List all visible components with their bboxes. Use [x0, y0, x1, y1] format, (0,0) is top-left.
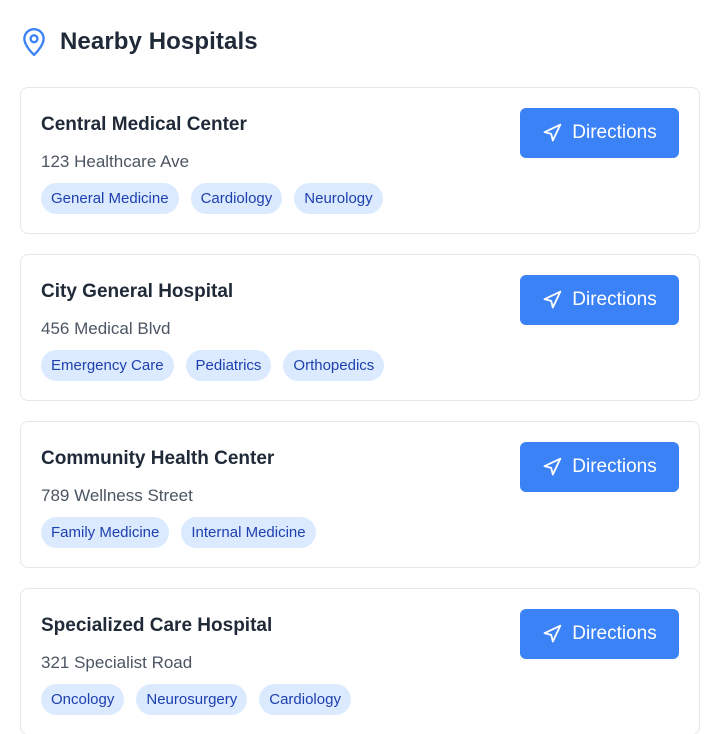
hospital-address: 789 Wellness Street: [41, 486, 193, 505]
navigation-arrow-icon: [542, 624, 562, 644]
specialty-tag: Cardiology: [190, 183, 283, 214]
specialty-tag: Neurosurgery: [136, 684, 248, 715]
hospital-card: Central Medical Center 123 Healthcare Av…: [20, 87, 700, 234]
hospital-card: City General Hospital 456 Medical Blvd E…: [20, 254, 700, 401]
page-header: Nearby Hospitals: [20, 22, 258, 62]
directions-button[interactable]: Directions: [520, 609, 679, 659]
specialty-tag: Pediatrics: [185, 350, 272, 381]
specialty-tags: Family Medicine Internal Medicine: [41, 517, 316, 548]
specialty-tags: Emergency Care Pediatrics Orthopedics: [41, 350, 385, 381]
hospital-name: Central Medical Center: [41, 114, 247, 135]
hospital-address: 321 Specialist Road: [41, 653, 193, 672]
directions-label: Directions: [572, 289, 657, 310]
hospital-card: Community Health Center 789 Wellness Str…: [20, 421, 700, 568]
specialty-tags: Oncology Neurosurgery Cardiology: [41, 684, 351, 715]
directions-button[interactable]: Directions: [520, 108, 679, 158]
specialty-tag: Internal Medicine: [181, 517, 316, 548]
hospital-address: 456 Medical Blvd: [41, 319, 171, 338]
specialty-tags: General Medicine Cardiology Neurology: [41, 183, 383, 214]
hospital-name: Community Health Center: [41, 448, 275, 469]
directions-button[interactable]: Directions: [520, 442, 679, 492]
directions-button[interactable]: Directions: [520, 275, 679, 325]
hospital-name: City General Hospital: [41, 281, 234, 302]
specialty-tag: Family Medicine: [41, 517, 170, 548]
specialty-tag: General Medicine: [41, 183, 179, 214]
navigation-arrow-icon: [542, 457, 562, 477]
specialty-tag: Cardiology: [259, 684, 351, 715]
navigation-arrow-icon: [542, 290, 562, 310]
specialty-tag: Emergency Care: [41, 350, 174, 381]
directions-label: Directions: [572, 456, 657, 477]
specialty-tag: Oncology: [41, 684, 125, 715]
directions-label: Directions: [572, 122, 657, 143]
navigation-arrow-icon: [542, 123, 562, 143]
page-title: Nearby Hospitals: [60, 28, 258, 55]
hospital-address: 123 Healthcare Ave: [41, 152, 190, 171]
hospital-list: Central Medical Center 123 Healthcare Av…: [20, 87, 700, 734]
hospital-name: Specialized Care Hospital: [41, 615, 273, 636]
specialty-tag: Orthopedics: [283, 350, 385, 381]
specialty-tag: Neurology: [294, 183, 383, 214]
map-pin-icon: [20, 26, 48, 58]
directions-label: Directions: [572, 623, 657, 644]
hospital-card: Specialized Care Hospital 321 Specialist…: [20, 588, 700, 734]
